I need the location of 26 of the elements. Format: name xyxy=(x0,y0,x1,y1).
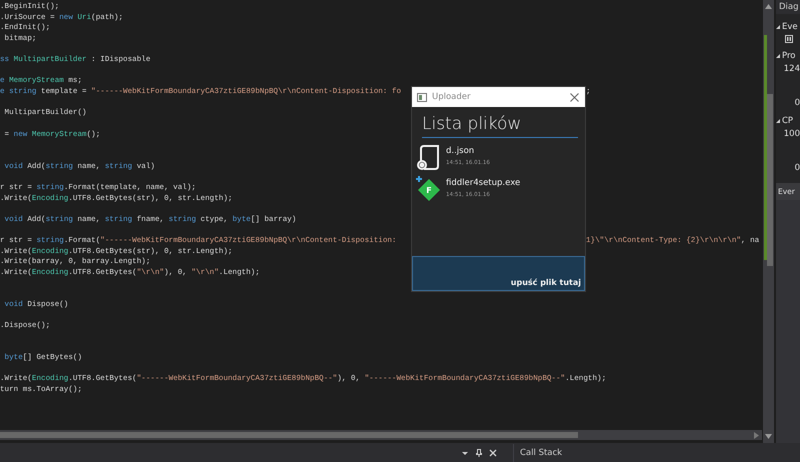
scroll-icon xyxy=(415,143,442,171)
drop-zone[interactable]: upuść plik tutaj xyxy=(412,256,585,291)
collapse-icon[interactable] xyxy=(776,25,780,29)
horizontal-scrollbar[interactable] xyxy=(0,430,762,440)
axis-label: 100 xyxy=(782,129,800,139)
panel-title: Diag xyxy=(776,0,800,14)
collapse-icon[interactable] xyxy=(776,54,780,58)
scroll-down-icon[interactable] xyxy=(765,434,772,439)
section-title: Pro xyxy=(782,51,796,61)
window-icon xyxy=(417,92,427,102)
panel-tab[interactable]: Call Stack xyxy=(513,444,568,462)
section-title: Eve xyxy=(782,22,798,32)
section-title: CP xyxy=(782,116,794,126)
file-name[interactable]: d..json xyxy=(446,146,490,156)
file-name[interactable]: fiddler4setup.exe xyxy=(446,178,520,188)
collapse-icon[interactable] xyxy=(776,119,780,123)
close-icon[interactable] xyxy=(570,92,579,102)
axis-label: 0 xyxy=(794,98,800,108)
pause-icon[interactable] xyxy=(785,35,793,43)
axis-label: 0 xyxy=(794,163,800,173)
scroll-up-icon[interactable] xyxy=(765,4,772,9)
window-title: Uploader xyxy=(432,92,472,102)
list-heading: Lista plików xyxy=(422,114,578,138)
axis-label: 124 xyxy=(782,64,800,74)
pin-icon[interactable] xyxy=(475,448,483,456)
vertical-scrollbar[interactable] xyxy=(763,0,774,443)
